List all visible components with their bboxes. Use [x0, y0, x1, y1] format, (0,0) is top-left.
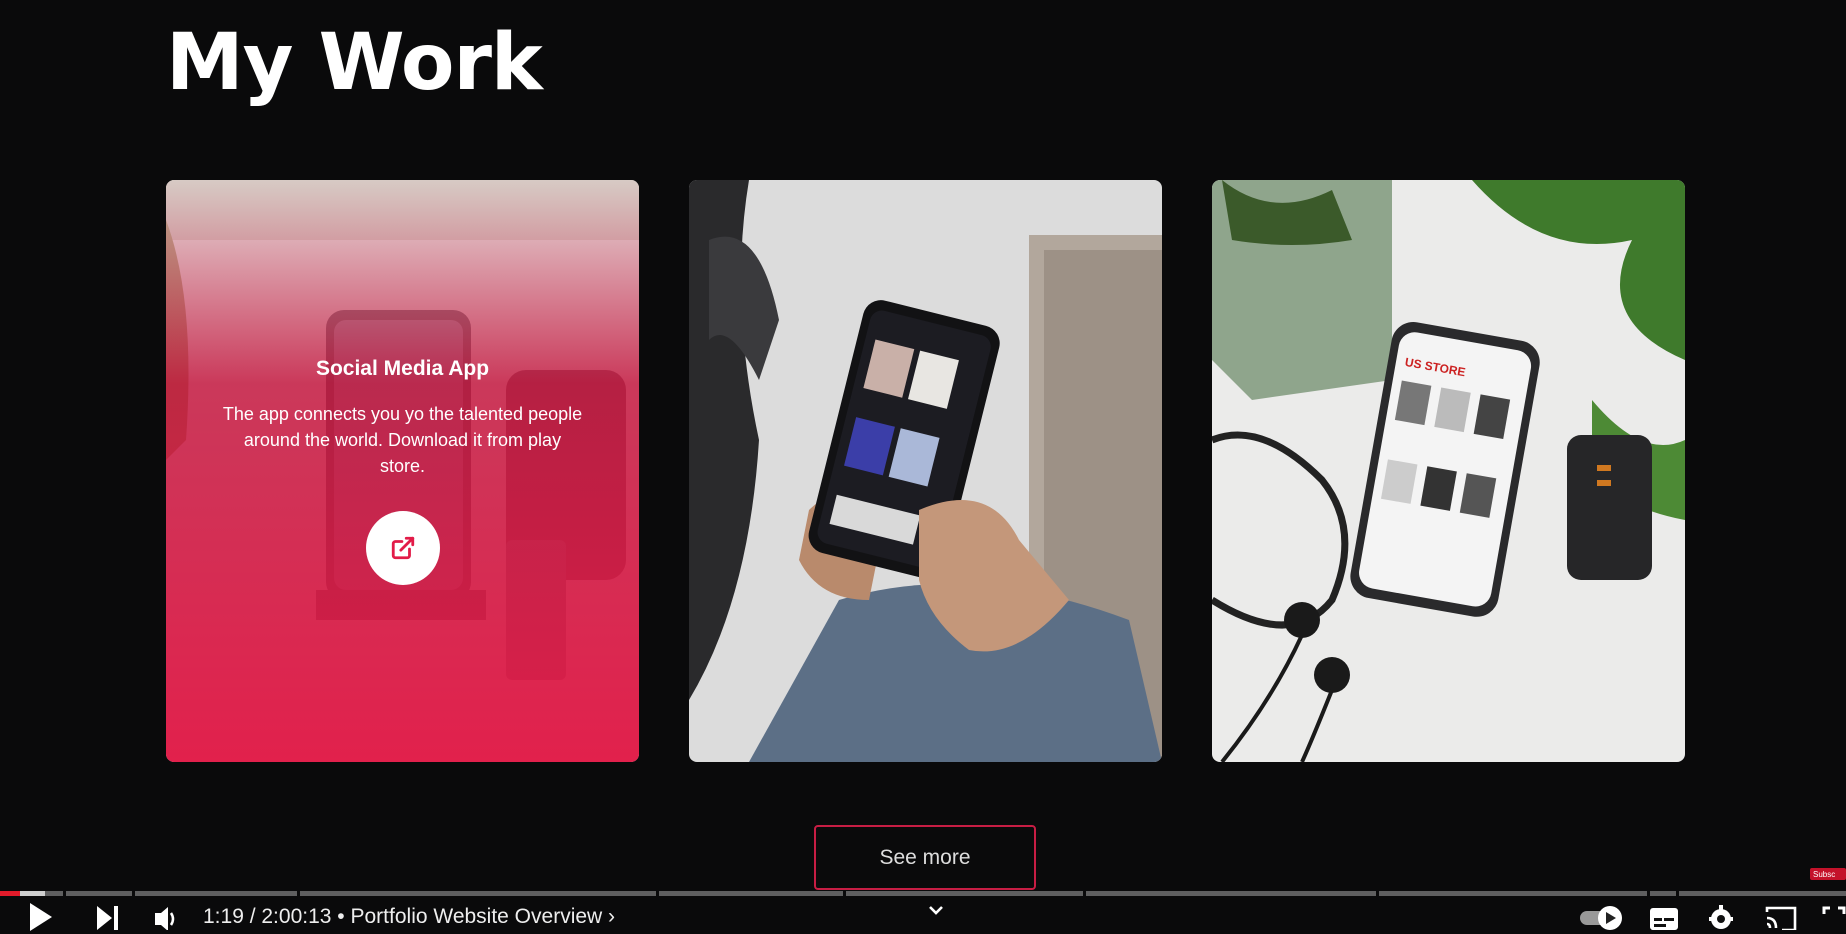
project-card-store-app[interactable]: US STORE: [1212, 180, 1685, 762]
settings-icon: [1709, 905, 1733, 929]
subscribe-watermark[interactable]: Subsc: [1810, 868, 1846, 880]
project-card-music-app[interactable]: [689, 180, 1162, 762]
cast-button[interactable]: [1764, 896, 1798, 934]
chapter-chevron-icon: ›: [608, 905, 616, 928]
autoplay-toggle-icon: [1580, 906, 1622, 930]
phone-store-app-photo: US STORE: [1212, 180, 1685, 762]
fullscreen-button[interactable]: [1822, 896, 1846, 934]
volume-button[interactable]: [152, 896, 180, 934]
time-and-chapter[interactable]: 1:19 / 2:00:13 • Portfolio Website Overv…: [203, 905, 615, 929]
play-button[interactable]: [26, 896, 54, 934]
cast-icon: [1765, 906, 1797, 930]
chevron-down-icon: [929, 906, 943, 915]
settings-button[interactable]: [1706, 896, 1736, 934]
card-title: Social Media App: [315, 357, 490, 380]
external-link-icon: [391, 536, 414, 560]
section-title: My Work: [166, 18, 543, 108]
subscribe-label: Subsc: [1813, 869, 1836, 879]
project-card-social-media-app[interactable]: Social Media App The app connects you yo…: [166, 180, 639, 762]
subtitles-icon: [1650, 908, 1678, 930]
subtitles-button[interactable]: [1648, 896, 1680, 934]
video-controls: 1:19 / 2:00:13 • Portfolio Website Overv…: [0, 896, 1846, 934]
separator: •: [337, 905, 345, 928]
phone-music-app-photo: [689, 180, 1162, 762]
autoplay-toggle[interactable]: [1578, 896, 1628, 934]
volume-icon: [155, 907, 175, 930]
chapter-title: Portfolio Website Overview: [350, 905, 603, 928]
fullscreen-icon: [1822, 906, 1846, 914]
external-link-button[interactable]: [365, 511, 440, 585]
expand-description-button[interactable]: [925, 896, 947, 934]
card-description: The app connects you yo the talented peo…: [222, 404, 583, 476]
next-icon: [97, 906, 118, 930]
time-display: 1:19 / 2:00:13: [203, 905, 332, 928]
see-more-button[interactable]: See more: [814, 825, 1036, 890]
next-button[interactable]: [94, 896, 122, 934]
play-icon: [30, 903, 52, 931]
